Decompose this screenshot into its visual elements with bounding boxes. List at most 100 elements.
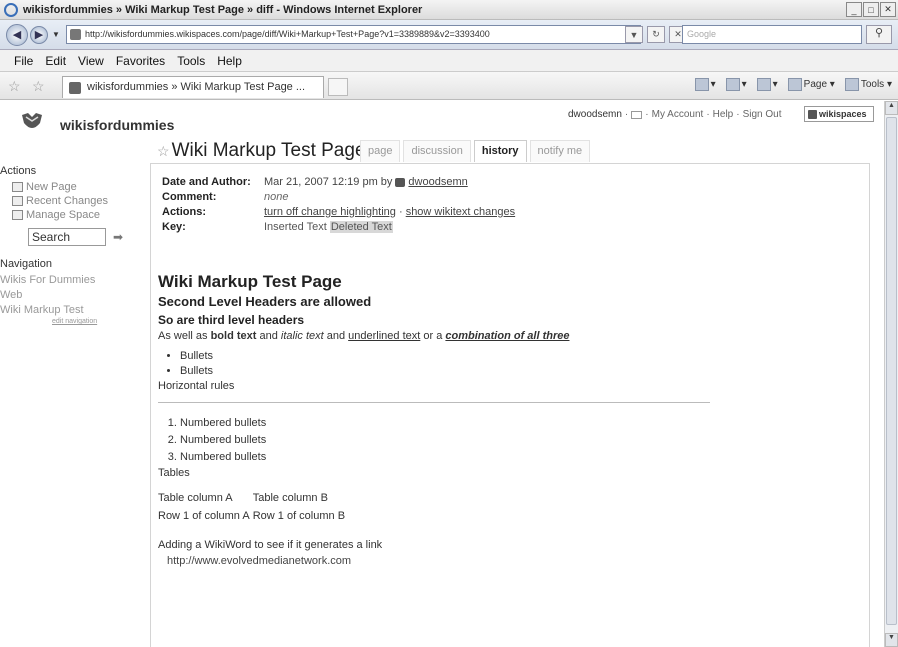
page-menu-button[interactable]: Page ▾	[787, 78, 835, 91]
manage-space-icon	[12, 210, 23, 220]
wikispaces-badge[interactable]: wikispaces	[804, 106, 874, 122]
command-bar: ▾ ▾ ▾ Page ▾ Tools ▾	[694, 78, 892, 91]
table-cell: Table column B	[252, 492, 328, 504]
nav-link-wikis-for-dummies[interactable]: Wikis For Dummies	[0, 273, 140, 288]
close-icon[interactable]: ✕	[880, 2, 896, 17]
wiki-heading-1: Wiki Markup Test Page	[158, 272, 342, 291]
new-page-icon	[12, 182, 23, 192]
list-item: Numbered bullets	[180, 415, 718, 432]
actions-heading: Actions	[0, 165, 37, 177]
date-author-label: Date and Author:	[162, 176, 251, 188]
tools-menu-button[interactable]: Tools ▾	[844, 78, 892, 91]
menu-edit[interactable]: Edit	[45, 54, 66, 68]
nav-link-web[interactable]: Web	[0, 288, 140, 303]
search-input[interactable]: Google	[682, 25, 862, 44]
wikispaces-badge-label: wikispaces	[819, 109, 867, 119]
address-dropdown-icon[interactable]: ▼	[625, 26, 643, 43]
author-link[interactable]: dwoodsemn	[408, 176, 467, 188]
tab-page[interactable]: page	[360, 140, 401, 162]
sidebar-item-new-page[interactable]: New Page	[12, 180, 140, 194]
menu-file[interactable]: File	[14, 54, 33, 68]
sidebar-item-manage-space[interactable]: Manage Space	[12, 208, 140, 222]
sidebar-item-recent-changes[interactable]: Recent Changes	[12, 194, 140, 208]
wikispaces-logo-icon	[22, 113, 42, 128]
menu-help[interactable]: Help	[217, 54, 242, 68]
feeds-icon	[725, 78, 740, 91]
external-link[interactable]: http://www.evolvedmedianetwork.com	[167, 555, 718, 567]
comment-label: Comment:	[162, 191, 217, 203]
numbered-list: Numbered bullets Numbered bullets Number…	[180, 415, 718, 466]
show-wikitext-changes-link[interactable]: show wikitext changes	[406, 206, 515, 218]
browser-tab[interactable]: wikisfordummies » Wiki Markup Test Page …	[62, 76, 324, 98]
forward-button[interactable]: ▶	[30, 25, 48, 44]
menu-bar: File Edit View Favorites Tools Help	[0, 50, 898, 72]
combined-format-text: combination of all three	[445, 330, 570, 342]
sidebar-item-label: Manage Space	[26, 209, 100, 221]
sidebar-search-input[interactable]	[28, 228, 106, 246]
feeds-button[interactable]: ▾	[725, 78, 747, 91]
menu-tools[interactable]: Tools	[177, 54, 205, 68]
watch-star-icon[interactable]: ☆	[157, 143, 170, 159]
date-value: Mar 21, 2007 12:19 pm by	[264, 176, 393, 188]
history-dropdown-icon[interactable]: ▼	[52, 30, 60, 39]
search-button[interactable]: ⚲	[866, 25, 892, 44]
vertical-scrollbar[interactable]: ▲ ▼	[884, 101, 898, 647]
scroll-down-icon[interactable]: ▼	[885, 633, 898, 647]
horizontal-rules-label: Horizontal rules	[158, 380, 235, 392]
scroll-thumb[interactable]	[886, 117, 897, 625]
diff-key-row: Key: Inserted Text Deleted Text	[162, 220, 515, 235]
wiki-content: Wiki Markup Test Page Second Level Heade…	[158, 271, 718, 567]
table-cell: Table column A	[158, 492, 233, 504]
maximize-icon[interactable]: □	[863, 2, 879, 17]
comment-value: none	[264, 191, 289, 203]
key-label: Key:	[162, 221, 186, 233]
underlined-text: underlined text	[348, 330, 421, 342]
new-tab-button[interactable]	[328, 78, 348, 96]
diff-date-row: Date and Author: Mar 21, 2007 12:19 pm b…	[162, 175, 515, 190]
nav-link-wiki-markup-test[interactable]: Wiki Markup Test	[0, 303, 140, 318]
help-link[interactable]: Help	[713, 109, 734, 120]
page-title: ☆ Wiki Markup Test Page	[157, 140, 366, 162]
address-toolbar: ◀ ▶ ▼ http://wikisfordummies.wikispaces.…	[0, 20, 898, 50]
refresh-icon[interactable]: ↻	[647, 26, 665, 43]
turn-off-highlighting-link[interactable]: turn off change highlighting	[264, 206, 396, 218]
favicon-icon	[70, 29, 81, 40]
print-button[interactable]: ▾	[756, 78, 778, 91]
tools-menu-label: Tools	[860, 79, 885, 91]
search-go-icon[interactable]: ➡	[113, 230, 123, 244]
address-input[interactable]: http://wikisfordummies.wikispaces.com/pa…	[66, 25, 641, 44]
minimize-icon[interactable]: _	[846, 2, 862, 17]
tab-discussion[interactable]: discussion	[403, 140, 471, 162]
scroll-up-icon[interactable]: ▲	[885, 101, 898, 115]
back-button[interactable]: ◀	[6, 23, 28, 46]
print-icon	[756, 78, 771, 91]
site-name[interactable]: wikisfordummies	[60, 117, 174, 133]
navigation-heading: Navigation	[0, 258, 52, 270]
tab-history[interactable]: history	[473, 140, 527, 162]
home-button[interactable]: ▾	[694, 78, 716, 91]
my-account-link[interactable]: My Account	[652, 109, 704, 120]
list-item: Numbered bullets	[180, 432, 718, 449]
window-title: wikisfordummies » Wiki Markup Test Page …	[23, 3, 423, 16]
table-cell: Row 1 of column A	[158, 510, 250, 522]
text-fragment: or a	[420, 330, 446, 342]
user-avatar-icon	[395, 177, 406, 187]
sidebar: Actions New Page Recent Changes Manage S…	[0, 165, 140, 325]
key-inserted: Inserted Text	[264, 221, 327, 233]
text-fragment: and	[256, 330, 281, 342]
mail-icon[interactable]	[631, 110, 643, 119]
home-icon	[694, 78, 709, 91]
add-favorite-icon[interactable]: ☆	[32, 78, 45, 95]
favorites-star-icon[interactable]: ☆	[8, 78, 21, 95]
window-controls: _ □ ✕	[846, 2, 896, 17]
navigation-list: Wikis For Dummies Web Wiki Markup Test e…	[0, 273, 140, 325]
sidebar-search: ➡	[28, 228, 140, 246]
page-tabs: page discussion history notify me	[360, 140, 591, 162]
menu-favorites[interactable]: Favorites	[116, 54, 165, 68]
bold-text: bold text	[210, 330, 257, 342]
menu-view[interactable]: View	[78, 54, 104, 68]
username-link[interactable]: dwoodsemn	[568, 109, 622, 120]
edit-navigation-link[interactable]: edit navigation	[52, 318, 140, 325]
sign-out-link[interactable]: Sign Out	[743, 109, 782, 120]
tab-notify-me[interactable]: notify me	[529, 140, 591, 162]
